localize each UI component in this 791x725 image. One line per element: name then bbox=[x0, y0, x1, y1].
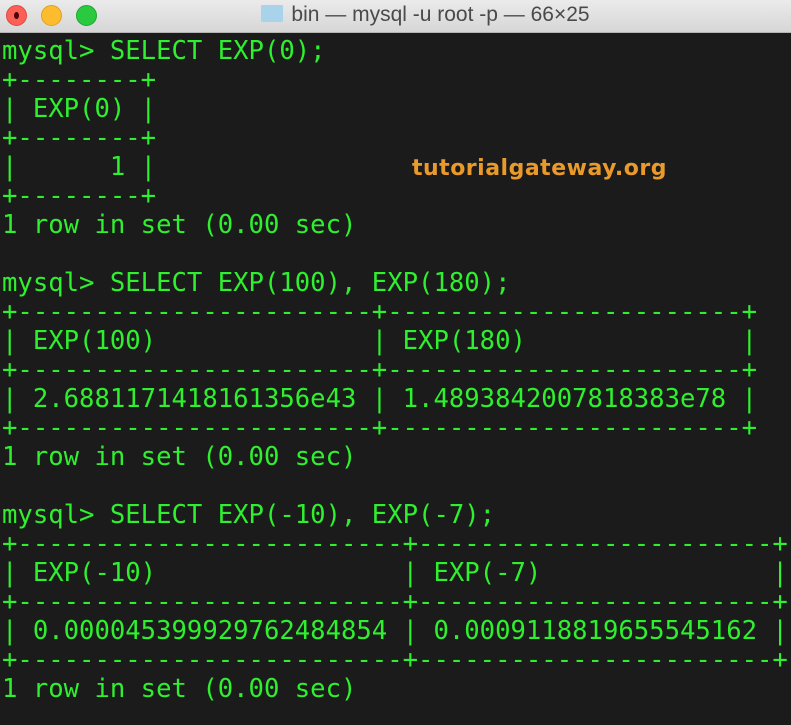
table-header: | EXP(0) | bbox=[2, 94, 157, 124]
query-status: 1 row in set (0.00 sec) bbox=[2, 442, 357, 472]
table-header: | EXP(-10) | EXP(-7) | bbox=[2, 558, 788, 588]
table-border: +-----------------------+---------------… bbox=[2, 297, 758, 327]
window-title-text: bin — mysql -u root -p — 66×25 bbox=[291, 3, 590, 26]
table-row: | 1 | bbox=[2, 152, 157, 182]
table-border: +--------+ bbox=[2, 123, 157, 153]
window-title: bin — mysql -u root -p — 66×25 bbox=[0, 3, 791, 27]
table-header: | EXP(100) | EXP(180) | bbox=[2, 326, 758, 356]
table-border: +--------+ bbox=[2, 65, 157, 95]
folder-icon bbox=[261, 5, 284, 22]
watermark: tutorialgateway.org bbox=[412, 156, 668, 181]
title-bar[interactable]: bin — mysql -u root -p — 66×25 bbox=[0, 0, 791, 33]
table-border: +-----------------------+---------------… bbox=[2, 355, 758, 385]
table-border: +-----------------------+---------------… bbox=[2, 413, 758, 443]
query-prompt: mysql> SELECT EXP(0); bbox=[2, 36, 326, 66]
table-row: | 0.000045399929762484854 | 0.0009118819… bbox=[2, 616, 788, 646]
query-status: 1 row in set (0.00 sec) bbox=[2, 210, 357, 240]
query-prompt: mysql> SELECT EXP(-10), EXP(-7); bbox=[2, 500, 496, 530]
table-border: +--------+ bbox=[2, 181, 157, 211]
query-prompt: mysql> SELECT EXP(100), EXP(180); bbox=[2, 268, 511, 298]
table-border: +-------------------------+-------------… bbox=[2, 587, 788, 617]
table-border: +-------------------------+-------------… bbox=[2, 529, 788, 559]
table-row: | 2.6881171418161356e43 | 1.489384200781… bbox=[2, 384, 758, 414]
terminal-output[interactable]: mysql> SELECT EXP(0); +--------+ | EXP(0… bbox=[2, 37, 788, 704]
query-status: 1 row in set (0.00 sec) bbox=[2, 674, 357, 704]
table-border: +-------------------------+-------------… bbox=[2, 645, 788, 675]
